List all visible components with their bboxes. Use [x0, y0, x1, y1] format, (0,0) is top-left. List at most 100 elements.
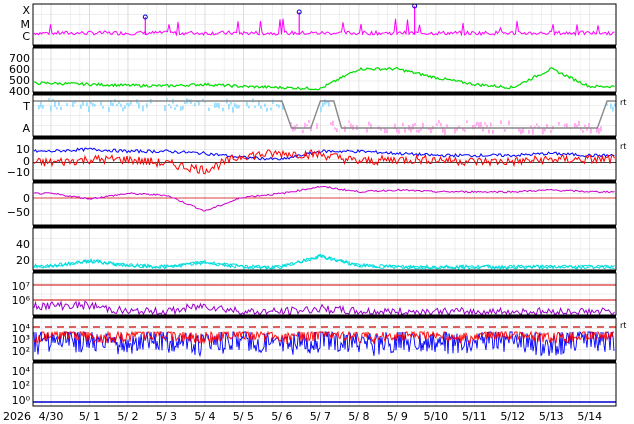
sector-away-mark [508, 120, 510, 126]
sector-away-mark [330, 122, 332, 125]
sector-toward-mark [238, 105, 240, 109]
sector-toward-mark [142, 105, 144, 112]
sector-toward-mark [176, 104, 178, 107]
sector-away-mark [292, 126, 294, 132]
y-tick-label: 40 [16, 238, 30, 251]
y-tick-label: 400 [9, 85, 30, 98]
sector-toward-mark [218, 103, 220, 109]
sector-toward-mark [80, 104, 82, 109]
x-tick-label: 5/12 [500, 410, 525, 423]
y-tick-label: 10⁰ [12, 394, 31, 407]
y-tick-label: X [22, 4, 30, 17]
y-tick-label: A [22, 122, 30, 135]
sector-toward-mark [174, 107, 176, 110]
solar-activity-chart: XMC700600500400TArt100−10rt0−50402010⁷10… [0, 0, 634, 424]
sector-away-mark [488, 129, 490, 134]
sector-toward-mark [180, 106, 182, 111]
sector-toward-mark [236, 104, 238, 109]
x-tick-label: 5/ 7 [310, 410, 331, 423]
sector-toward-mark [48, 98, 50, 101]
sector-toward-mark [126, 102, 128, 106]
sector-away-mark [454, 128, 456, 134]
sector-toward-mark [100, 101, 102, 106]
sector-away-mark [484, 122, 486, 125]
sector-away-mark [296, 124, 298, 127]
sector-away-mark [418, 129, 420, 133]
sector-away-mark [532, 128, 534, 135]
sector-toward-mark [270, 107, 272, 111]
sector-away-mark [302, 129, 304, 134]
sector-toward-mark [42, 104, 44, 109]
sector-away-mark [474, 124, 476, 128]
sector-toward-mark [54, 101, 56, 108]
sector-away-mark [412, 123, 414, 130]
sector-away-mark [528, 129, 530, 134]
sector-toward-mark [66, 103, 68, 107]
sector-toward-mark [146, 103, 148, 108]
sector-away-mark [402, 122, 404, 127]
sector-toward-mark [72, 102, 74, 108]
sector-away-mark [480, 122, 482, 128]
sector-toward-mark [92, 102, 94, 107]
sector-toward-mark [138, 102, 140, 109]
sector-away-mark [588, 123, 590, 127]
sector-away-mark [490, 122, 492, 127]
sector-toward-mark [108, 107, 110, 112]
sector-toward-mark [170, 106, 172, 109]
y-tick-label: T [22, 100, 30, 113]
sector-away-mark [550, 129, 552, 133]
sector-toward-mark [90, 101, 92, 105]
sector-away-mark [348, 120, 350, 123]
x-tick-label: 5/ 9 [387, 410, 408, 423]
sector-toward-mark [258, 101, 260, 107]
sector-toward-mark [214, 102, 216, 108]
y-tick-label: 10² [12, 345, 30, 358]
y-tick-label: −50 [7, 206, 30, 219]
x-tick-label: 5/14 [577, 410, 602, 423]
sector-away-mark [396, 128, 398, 133]
x-tick-label: 5/ 5 [233, 410, 254, 423]
sector-away-mark [386, 129, 388, 133]
sector-toward-mark [56, 107, 58, 110]
sector-away-mark [542, 128, 544, 135]
sector-toward-mark [228, 104, 230, 110]
x-tick-label: 5/ 4 [194, 410, 215, 423]
sector-toward-mark [254, 105, 256, 108]
sector-toward-mark [40, 101, 42, 108]
sector-toward-mark [328, 101, 330, 107]
sector-away-mark [584, 124, 586, 128]
sector-away-mark [492, 129, 494, 134]
sector-toward-mark [260, 105, 262, 109]
sector-toward-mark [610, 103, 612, 109]
sector-away-mark [438, 120, 440, 124]
sector-toward-mark [266, 107, 268, 112]
sector-toward-mark [276, 104, 278, 107]
x-tick-label: 4/30 [39, 410, 64, 423]
y-tick-label: 10² [12, 379, 30, 392]
sector-toward-mark [112, 102, 114, 107]
sector-away-mark [590, 128, 592, 134]
x-tick-label: 5/13 [539, 410, 564, 423]
sector-away-mark [564, 123, 566, 127]
right-marker: rt [620, 98, 626, 107]
sector-away-mark [476, 121, 478, 126]
sector-toward-mark [116, 103, 118, 107]
sector-away-mark [422, 122, 424, 128]
sector-toward-mark [120, 103, 122, 108]
sector-away-mark [368, 121, 370, 126]
y-tick-label: 20 [16, 254, 30, 267]
right-marker: rt [620, 142, 626, 151]
sector-toward-mark [222, 107, 224, 112]
sector-away-mark [444, 129, 446, 135]
y-tick-label: 10⁴ [12, 365, 31, 378]
sector-toward-mark [234, 103, 236, 108]
sector-toward-mark [38, 104, 40, 110]
sector-away-mark [600, 126, 602, 132]
sector-toward-mark [124, 105, 126, 109]
sector-toward-mark [102, 106, 104, 109]
sector-toward-mark [190, 99, 192, 104]
sector-away-mark [398, 129, 400, 134]
y-tick-label: C [22, 30, 30, 43]
x-tick-label: 5/ 3 [156, 410, 177, 423]
x-tick-label: 5/ 8 [348, 410, 369, 423]
